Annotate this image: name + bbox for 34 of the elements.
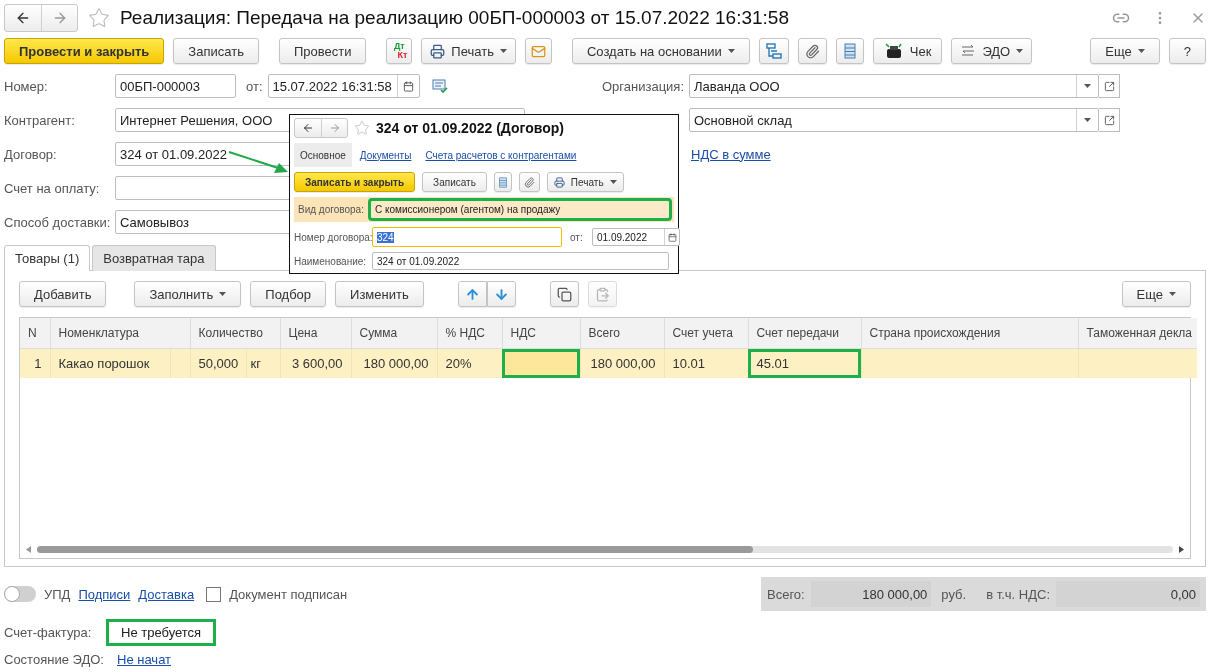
total-value: 180 000,00 (810, 581, 932, 607)
invoice-status: Не требуется (106, 619, 217, 646)
checkbox-label: Документ подписан (229, 586, 348, 602)
table-cell: 180 000,00 (580, 348, 664, 378)
table-cell: 45.01 (748, 348, 861, 378)
field-label: Наименование: (294, 255, 368, 267)
table-cell: 180 000,00 (351, 348, 437, 378)
field-label: Договор: (4, 146, 58, 162)
toggle-label: УПД (44, 586, 71, 602)
field-label: Счет-фактура: (4, 625, 92, 640)
table-cell: кг (246, 348, 280, 378)
table-cell: 1 (20, 348, 50, 378)
table-cell: 20% (437, 348, 502, 378)
vat-value: 0,00 (1056, 581, 1200, 607)
field-label: Способ доставки: (4, 214, 112, 230)
table-cell: Какао порошок (50, 348, 170, 378)
vat-label: в т.ч. НДС: (986, 586, 1050, 602)
field-label: Контрагент: (4, 112, 76, 128)
table-cell: 50,000 (190, 348, 246, 378)
field-label: Номер: (4, 78, 49, 94)
window-title: Реализация: Передача на реализацию 00БП-000003 от 15.07.2022 16:31:58 (120, 7, 790, 29)
field-label: Состояние ЭДО: (4, 652, 105, 667)
total-label: Всего: (767, 586, 805, 602)
field-label: Счет на оплату: (4, 180, 101, 196)
field-label: от: (570, 231, 584, 243)
field-label: Организация: (600, 78, 685, 94)
table-cell: 10.01 (664, 348, 748, 378)
credit-label: Кт (397, 51, 408, 60)
field-label: от: (246, 78, 263, 94)
field-label: Вид договора: (298, 204, 365, 215)
table-cell: 3 600,00 (280, 348, 351, 378)
currency-label: руб. (941, 586, 967, 602)
window-title: 324 от 01.09.2022 (Договор) (376, 120, 564, 136)
debit-label: Дт (392, 42, 405, 51)
